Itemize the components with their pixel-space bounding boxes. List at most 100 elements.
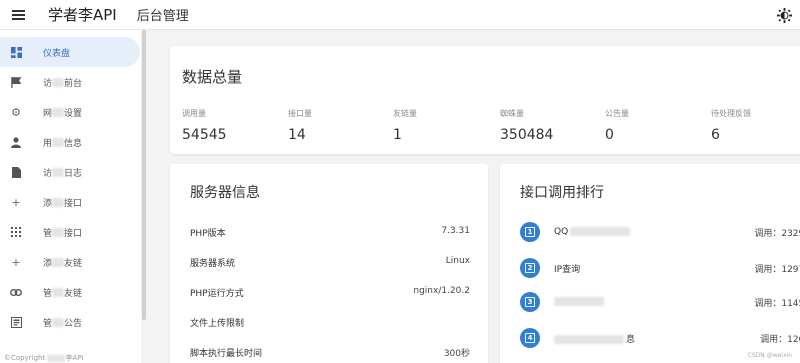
server-info-key: PHP版本 [190, 229, 226, 239]
sidebar-item-label-tail: 设置 [64, 108, 83, 119]
stat-label: 友链量 [393, 109, 417, 118]
server-info-value: Linux [445, 256, 470, 266]
sidebar-item-label-tail: 公告 [64, 318, 83, 329]
rank-badge-icon: 2 [520, 258, 540, 278]
stat-label: 蜘蛛量 [500, 109, 524, 118]
sidebar-item-site-settings[interactable]: ⚙ 网设置 [0, 97, 140, 127]
sidebar-item-manage-notices[interactable]: 管公告 [0, 307, 140, 337]
sidebar-item-label: 网 [43, 108, 53, 119]
stat-value: 1 [393, 127, 402, 143]
brightness-toggle-icon [776, 7, 792, 23]
server-info-key: 文件上传限制 [190, 319, 245, 329]
stat-notices: 公告量 0 [605, 108, 629, 143]
sidebar-item-visit-frontend[interactable]: 访前台 [0, 67, 140, 97]
sidebar-item-label-tail: 日志 [64, 168, 83, 179]
data-summary-card: 数据总量 调用量 54545 接口量 14 友链量 1 蜘蛛量 350484 公… [170, 46, 800, 154]
stat-value: 350484 [500, 127, 554, 143]
server-info-title: 服务器信息 [190, 185, 260, 201]
sidebar-item-dashboard[interactable]: 仪表盘 [0, 37, 140, 67]
ranking-api-name: 息 [554, 332, 760, 345]
sidebar-item-label-tail: 友链 [64, 288, 83, 299]
ranking-api-name [554, 297, 754, 307]
stat-pending-feedback: 待处理反馈 6 [711, 108, 751, 143]
sidebar-scrollbar[interactable] [142, 30, 146, 320]
stat-value: 14 [288, 127, 306, 143]
sidebar-item-manage-api[interactable]: 管接口 [0, 217, 140, 247]
sidebar-item-label: 访 [43, 168, 53, 179]
grid-icon [10, 226, 22, 238]
ranking-api-name: QQ [554, 227, 754, 237]
file-icon [10, 166, 22, 178]
server-info-card: 服务器信息 PHP版本 7.3.31 服务器系统 Linux PHP运行方式 n… [170, 164, 488, 363]
stat-value: 54545 [182, 127, 227, 143]
sidebar-item-label: 访 [43, 78, 53, 89]
server-info-value: 7.3.31 [441, 226, 470, 236]
rank-badge-icon: 1 [520, 222, 540, 242]
menu-button[interactable] [2, 0, 34, 30]
sidebar-item-label-tail: 接口 [64, 198, 83, 209]
dashboard-icon [10, 46, 22, 58]
sidebar-item-label: 用 [43, 138, 53, 149]
ranking-api-name: IP查询 [554, 264, 581, 275]
stat-links: 友链量 1 [393, 108, 417, 143]
ranking-call-count: 调用：12977 [754, 264, 800, 275]
server-info-key: 脚本执行最长时间 [190, 349, 263, 359]
plus-icon: + [11, 195, 21, 209]
sidebar-item-label: 仪表盘 [43, 48, 71, 59]
gear-icon: ⚙ [11, 105, 21, 119]
api-ranking-title: 接口调用排行 [520, 185, 604, 201]
ranking-row[interactable]: 4 息 调用：1265 [520, 326, 800, 350]
sidebar-item-add-api[interactable]: + 添接口 [0, 187, 140, 217]
stat-label: 接口量 [288, 109, 312, 118]
server-info-row: 服务器系统 Linux [190, 256, 470, 269]
sidebar-item-label-tail: 信息 [64, 138, 83, 149]
stat-calls: 调用量 54545 [182, 108, 227, 143]
stat-value: 0 [605, 127, 614, 143]
watermark: CSDN @weixin [747, 352, 792, 359]
server-info-key: PHP运行方式 [190, 289, 244, 299]
sidebar: 仪表盘 访前台 ⚙ 网设置 用信息 访日志 + 添接口 管 接口 + 添 友链 … [0, 30, 141, 363]
user-icon [10, 136, 22, 148]
hamburger-menu-icon [11, 9, 25, 20]
sidebar-item-label-tail: 接口 [64, 228, 83, 239]
stat-label: 待处理反馈 [711, 109, 751, 118]
stat-apis: 接口量 14 [288, 108, 312, 143]
sidebar-item-label: 管 [43, 288, 53, 299]
server-info-row: PHP版本 7.3.31 [190, 226, 470, 239]
server-info-value: nginx/1.20.2 [413, 286, 470, 296]
sidebar-item-label: 添 [43, 198, 53, 209]
ranking-row[interactable]: 3 调用：11459 [520, 290, 800, 314]
page-title: 后台管理 [136, 9, 189, 24]
api-ranking-card: 接口调用排行 1 QQ 调用：23292 2 IP查询 调用：12977 3 调… [500, 164, 800, 363]
copyright-footer: ©Copyright 李API [4, 354, 84, 362]
stat-spiders: 蜘蛛量 350484 [500, 108, 553, 143]
theme-toggle-button[interactable] [776, 7, 792, 23]
ranking-row[interactable]: 1 QQ 调用：23292 [520, 220, 800, 244]
ranking-row[interactable]: 2 IP查询 调用：12977 [520, 256, 800, 280]
sidebar-item-add-link[interactable]: + 添友链 [0, 247, 140, 277]
sidebar-item-label: 管 [43, 228, 53, 239]
rank-badge-icon: 4 [520, 328, 540, 348]
ranking-call-count: 调用：23292 [754, 228, 800, 239]
top-app-bar: 学者李API 后台管理 [0, 0, 800, 30]
stat-value: 6 [711, 127, 720, 143]
stat-label: 调用量 [182, 109, 206, 118]
server-info-value: 300秒 [443, 349, 470, 359]
sidebar-item-label: 添 [43, 258, 53, 269]
sidebar-item-manage-links[interactable]: 管友链 [0, 277, 140, 307]
sidebar-item-label: 管 [43, 318, 53, 329]
server-info-row: PHP运行方式 nginx/1.20.2 [190, 286, 470, 299]
server-info-row: 文件上传限制 [190, 316, 470, 329]
server-info-row: 脚本执行最长时间 300秒 [190, 346, 470, 359]
sidebar-item-user-info[interactable]: 用信息 [0, 127, 140, 157]
sidebar-nav: 仪表盘 访前台 ⚙ 网设置 用信息 访日志 + 添接口 管 接口 + 添 友链 … [0, 30, 141, 337]
ranking-call-count: 调用：1265 [760, 334, 800, 345]
sidebar-item-access-log[interactable]: 访日志 [0, 157, 140, 187]
ranking-call-count: 调用：11459 [754, 298, 800, 309]
summary-title: 数据总量 [182, 68, 243, 86]
rank-badge-icon: 3 [520, 292, 540, 312]
flag-icon [10, 76, 22, 88]
stat-label: 公告量 [605, 109, 629, 118]
sidebar-item-label-tail: 前台 [64, 78, 83, 89]
notice-icon [10, 316, 22, 328]
